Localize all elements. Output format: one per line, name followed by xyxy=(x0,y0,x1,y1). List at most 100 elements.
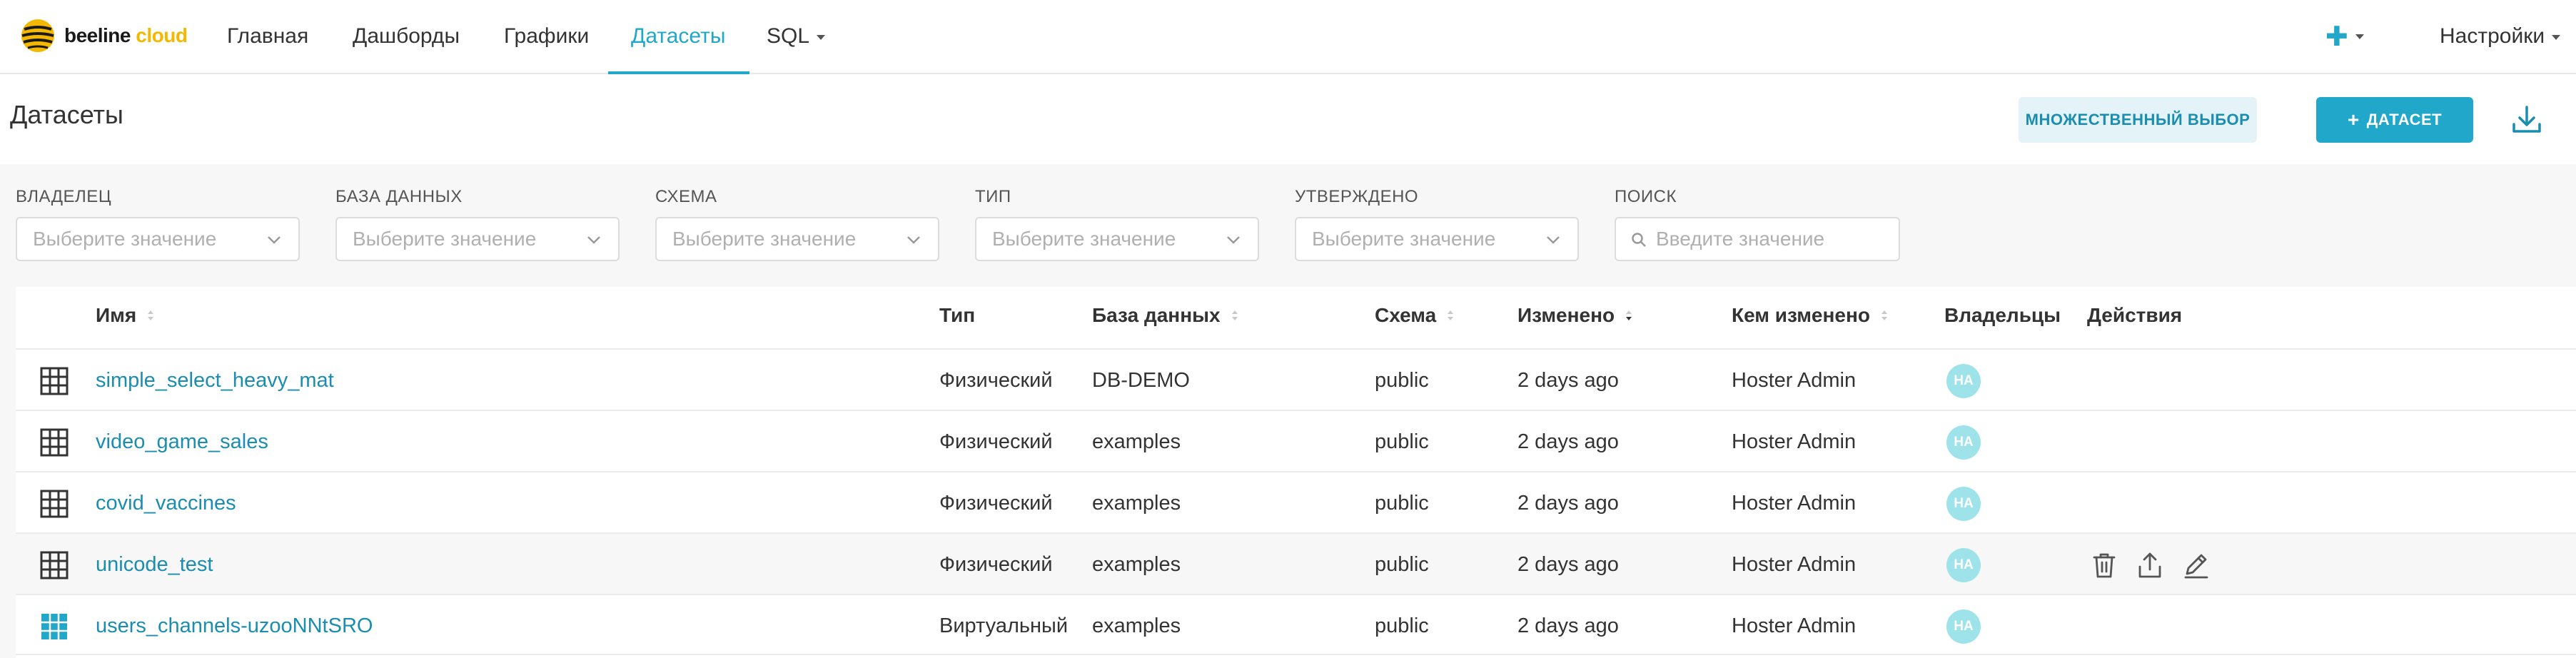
dataset-name-link[interactable]: users_channels-uzooNNtSRO xyxy=(96,595,373,657)
table-row[interactable]: covid_vaccines Физический examples publi… xyxy=(16,471,2576,532)
dataset-modified: 2 days ago xyxy=(1517,614,1619,637)
dataset-database: examples xyxy=(1092,492,1181,515)
chevron-down-icon xyxy=(1547,236,1560,244)
col-header-modified-label: Изменено xyxy=(1517,304,1615,326)
dataset-database: examples xyxy=(1092,553,1181,576)
col-header-type-label: Тип xyxy=(939,304,976,326)
owner-avatar[interactable]: HA xyxy=(1946,487,1981,521)
col-header-database[interactable]: База данных xyxy=(1092,304,1239,327)
owner-avatar[interactable]: HA xyxy=(1946,364,1981,398)
col-header-actions: Действия xyxy=(2087,304,2182,327)
filter-certified-placeholder: Выберите значение xyxy=(1312,228,1496,250)
sort-icon xyxy=(1448,310,1454,320)
filter-certified: УТВЕРЖДЕНО Выберите значение xyxy=(1295,187,1579,261)
search-icon xyxy=(1632,233,1646,247)
owner-avatar[interactable]: HA xyxy=(1946,425,1981,460)
filter-owner-label: ВЛАДЕЛЕЦ xyxy=(16,187,112,206)
dataset-database: examples xyxy=(1092,430,1181,453)
col-header-modified[interactable]: Изменено xyxy=(1517,304,1633,327)
nav-dashboards[interactable]: Дашборды xyxy=(353,0,460,73)
plus-icon: + xyxy=(2347,108,2360,131)
brand-text: beeline cloud xyxy=(64,24,188,46)
col-header-schema-label: Схема xyxy=(1375,304,1437,326)
dataset-modified-by: Hoster Admin xyxy=(1732,492,1857,515)
col-header-owners-label: Владельцы xyxy=(1944,304,2061,326)
filter-schema-select[interactable]: Выберите значение xyxy=(655,217,939,261)
owner-avatar[interactable]: HA xyxy=(1946,609,1981,644)
table-row[interactable]: simple_select_heavy_mat Физический DB-DE… xyxy=(16,348,2576,410)
filter-owner-placeholder: Выберите значение xyxy=(33,228,217,250)
filter-search-label: ПОИСК xyxy=(1615,187,1677,206)
sort-icon xyxy=(1231,310,1238,320)
edit-icon[interactable] xyxy=(2180,550,2211,581)
dataset-modified: 2 days ago xyxy=(1517,369,1619,392)
chevron-down-icon xyxy=(587,236,600,244)
physical-dataset-icon xyxy=(40,428,69,457)
col-header-type: Тип xyxy=(939,304,975,327)
add-dataset-button[interactable]: + ДАТАСЕТ xyxy=(2316,97,2473,143)
col-header-modified-by[interactable]: Кем изменено xyxy=(1732,304,1889,327)
table-row[interactable]: users_channels-uzooNNtSRO Виртуальный ex… xyxy=(16,594,2576,655)
col-header-schema[interactable]: Схема xyxy=(1375,304,1455,327)
search-input[interactable]: Введите значение xyxy=(1615,217,1900,261)
dataset-name-link[interactable]: video_game_sales xyxy=(96,411,268,472)
col-header-database-label: База данных xyxy=(1092,304,1221,326)
filter-database-label: БАЗА ДАННЫХ xyxy=(335,187,463,206)
dataset-name-link[interactable]: unicode_test xyxy=(96,534,213,595)
settings-menu[interactable]: Настройки xyxy=(2440,0,2561,73)
dataset-schema: public xyxy=(1375,614,1429,637)
filter-owner-select[interactable]: Выберите значение xyxy=(16,217,300,261)
dataset-name-link[interactable]: covid_vaccines xyxy=(96,472,236,534)
multi-select-button[interactable]: МНОЖЕСТВЕННЫЙ ВЫБОР xyxy=(2019,97,2257,143)
chevron-down-icon xyxy=(2355,34,2364,39)
settings-label: Настройки xyxy=(2440,24,2545,48)
dataset-database: DB-DEMO xyxy=(1092,369,1190,392)
owner-avatar[interactable]: HA xyxy=(1946,548,1981,582)
export-icon[interactable] xyxy=(2134,550,2166,581)
chevron-down-icon xyxy=(2552,34,2561,40)
physical-dataset-icon xyxy=(40,490,69,518)
beeline-logo-icon xyxy=(21,19,54,52)
brand-logo[interactable]: beeline cloud xyxy=(20,14,188,57)
filter-database-select[interactable]: Выберите значение xyxy=(335,217,620,261)
download-icon[interactable] xyxy=(2507,100,2547,140)
filter-certified-label: УТВЕРЖДЕНО xyxy=(1295,187,1419,206)
physical-dataset-icon xyxy=(40,367,69,395)
chevron-down-icon xyxy=(1227,236,1240,244)
filter-type-select[interactable]: Выберите значение xyxy=(975,217,1259,261)
dataset-type: Физический xyxy=(939,553,1053,576)
filter-certified-select[interactable]: Выберите значение xyxy=(1295,217,1579,261)
col-header-owners: Владельцы xyxy=(1944,304,2061,327)
nav-charts[interactable]: Графики xyxy=(504,0,589,73)
filter-database: БАЗА ДАННЫХ Выберите значение xyxy=(335,187,620,261)
nav-sql[interactable]: SQL xyxy=(767,0,826,73)
chevron-down-icon xyxy=(817,34,826,40)
dataset-modified: 2 days ago xyxy=(1517,492,1619,515)
trash-icon[interactable] xyxy=(2088,550,2120,581)
dataset-modified-by: Hoster Admin xyxy=(1732,430,1857,453)
dataset-modified: 2 days ago xyxy=(1517,430,1619,453)
new-item-menu[interactable]: ✚ xyxy=(2325,0,2364,73)
nav-datasets[interactable]: Датасеты xyxy=(631,0,725,73)
active-tab-indicator xyxy=(608,71,749,74)
col-header-modified-by-label: Кем изменено xyxy=(1732,304,1871,326)
filter-type: ТИП Выберите значение xyxy=(975,187,1259,261)
page-title: Датасеты xyxy=(10,100,123,129)
dataset-modified-by: Hoster Admin xyxy=(1732,553,1857,576)
table-row[interactable]: video_game_sales Физический examples pub… xyxy=(16,410,2576,471)
col-header-name[interactable]: Имя xyxy=(96,304,155,327)
dataset-modified-by: Hoster Admin xyxy=(1732,614,1857,637)
physical-dataset-icon xyxy=(40,551,69,579)
chevron-down-icon xyxy=(907,236,920,244)
dataset-modified: 2 days ago xyxy=(1517,553,1619,576)
filter-type-label: ТИП xyxy=(975,187,1011,206)
table-row[interactable]: unicode_test Физический examples public … xyxy=(16,532,2576,594)
nav-sql-label: SQL xyxy=(767,24,810,48)
nav-home[interactable]: Главная xyxy=(227,0,308,73)
sort-desc-icon xyxy=(1626,310,1632,320)
dataset-type: Физический xyxy=(939,492,1053,515)
dataset-name-link[interactable]: simple_select_heavy_mat xyxy=(96,350,334,411)
col-header-actions-label: Действия xyxy=(2087,304,2183,326)
dataset-schema: public xyxy=(1375,492,1429,515)
dataset-database: examples xyxy=(1092,614,1181,637)
